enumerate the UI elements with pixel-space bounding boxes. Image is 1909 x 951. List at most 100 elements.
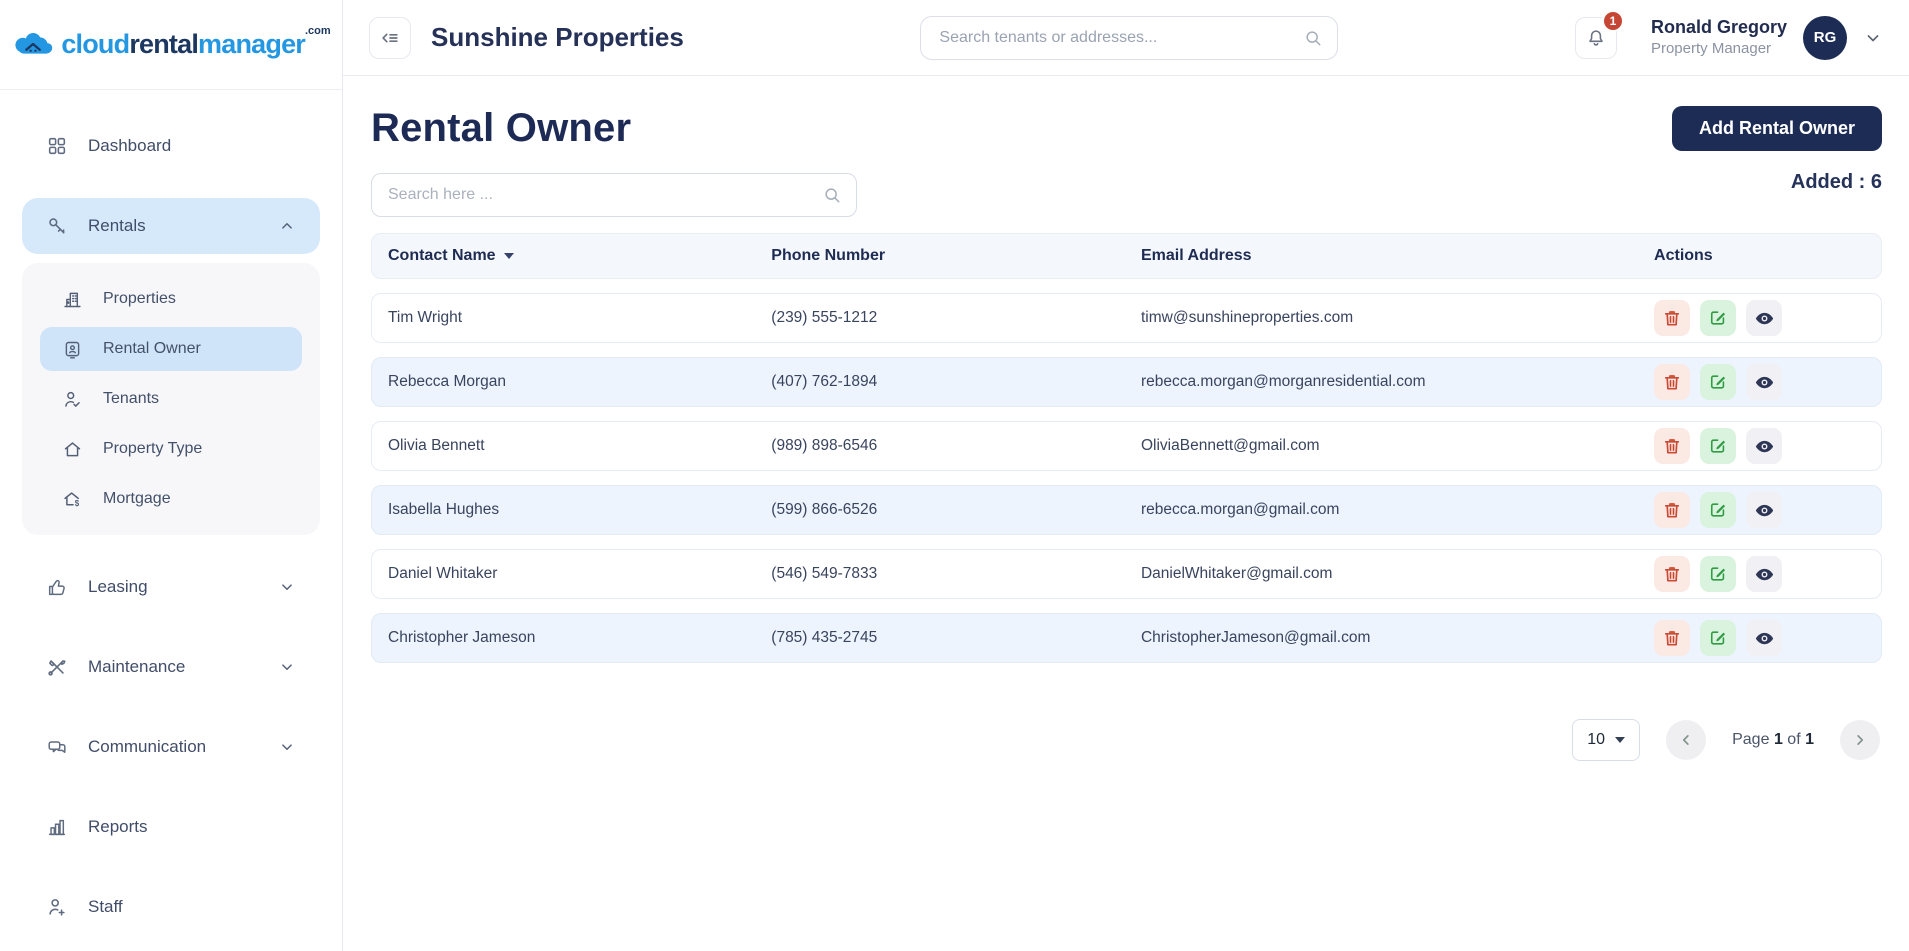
logo-word-rental: rental (129, 29, 199, 59)
sidebar-item-dashboard[interactable]: Dashboard (22, 118, 320, 174)
search-icon (822, 185, 842, 205)
sidebar-item-rental-owner[interactable]: Rental Owner (40, 327, 302, 371)
logo-wordmark: cloudrentalmanager.com (61, 25, 330, 60)
view-button[interactable] (1746, 492, 1783, 528)
edit-button[interactable] (1700, 556, 1737, 592)
user-name: Ronald Gregory (1650, 16, 1787, 37)
bell-icon (1585, 27, 1607, 49)
phone-cell: (407) 762-1894 (771, 373, 878, 390)
sidebar-item-staff[interactable]: Staff (22, 879, 320, 935)
page-info: Page 1 of 1 (1732, 731, 1814, 749)
view-button[interactable] (1746, 556, 1783, 592)
trash-icon (1662, 308, 1682, 328)
edit-button[interactable] (1700, 300, 1737, 336)
sidebar-item-communication[interactable]: Communication (22, 719, 320, 775)
delete-button[interactable] (1654, 428, 1691, 464)
actions-cell (1638, 428, 1881, 464)
chevron-right-icon (1851, 731, 1869, 749)
search-icon (1303, 28, 1323, 48)
content-head: Rental Owner Add Rental Owner Added : 6 (371, 102, 1882, 217)
edit-button[interactable] (1700, 492, 1737, 528)
edit-pencil-icon (1708, 564, 1728, 584)
current-page: 1 (1773, 731, 1783, 748)
sidebar-item-leasing[interactable]: Leasing (22, 559, 320, 615)
edit-button[interactable] (1700, 428, 1737, 464)
edit-button[interactable] (1700, 364, 1737, 400)
view-button[interactable] (1746, 428, 1783, 464)
view-button[interactable] (1746, 620, 1783, 656)
sidebar-item-rentals[interactable]: Rentals (22, 198, 320, 254)
global-search-input[interactable] (939, 28, 1304, 47)
page-size-value: 10 (1587, 731, 1605, 748)
eye-icon (1754, 372, 1775, 393)
delete-button[interactable] (1654, 300, 1691, 336)
contact-name-cell: Isabella Hughes (388, 501, 500, 518)
sidebar-item-label: Properties (103, 290, 176, 307)
page-title: Rental Owner (371, 106, 632, 150)
sidebar-item-label: Property Type (103, 440, 203, 457)
delete-button[interactable] (1654, 492, 1691, 528)
key-icon (46, 215, 68, 237)
sidebar: cloudrentalmanager.com Dashboard Rentals… (0, 0, 343, 951)
contact-name-cell: Daniel Whitaker (388, 565, 498, 582)
previous-page-button[interactable] (1666, 720, 1707, 760)
table-search-input[interactable] (388, 186, 822, 204)
trash-icon (1662, 372, 1682, 392)
table-row: Daniel Whitaker (546) 549-7833 DanielWhi… (371, 549, 1882, 599)
sidebar-item-label: Leasing (88, 577, 148, 596)
column-header-label: Phone Number (771, 247, 886, 264)
email-cell: DanielWhitaker@gmail.com (1140, 565, 1333, 582)
delete-button[interactable] (1654, 620, 1691, 656)
thumbs-up-icon (46, 576, 68, 598)
sidebar-item-label: Communication (88, 737, 207, 756)
edit-pencil-icon (1708, 308, 1728, 328)
chevron-down-icon (1615, 737, 1625, 743)
logo-word-cloud: cloud (61, 29, 130, 59)
sidebar-item-tenants[interactable]: Tenants (40, 377, 302, 421)
contact-name-cell: Rebecca Morgan (388, 373, 507, 390)
table-row: Rebecca Morgan (407) 762-1894 rebecca.mo… (371, 357, 1882, 407)
email-cell: rebecca.morgan@morganresidential.com (1140, 373, 1426, 390)
add-rental-owner-button[interactable]: Add Rental Owner (1671, 106, 1882, 151)
user-role: Property Manager (1650, 39, 1772, 57)
column-header-contact-name[interactable]: Contact Name (372, 247, 755, 265)
logo-word-manager: manager (198, 29, 306, 59)
view-button[interactable] (1746, 364, 1783, 400)
actions-cell (1638, 620, 1881, 656)
edit-pencil-icon (1708, 372, 1728, 392)
notifications-button[interactable]: 1 (1574, 9, 1624, 59)
column-header-phone: Phone Number (755, 247, 1125, 265)
app-logo[interactable]: cloudrentalmanager.com (11, 25, 331, 60)
chevron-down-icon (278, 578, 296, 596)
edit-button[interactable] (1700, 620, 1737, 656)
of-label: of (1787, 731, 1801, 748)
sidebar-item-properties[interactable]: Properties (40, 277, 302, 321)
added-count: Added : 6 (1790, 171, 1882, 193)
delete-button[interactable] (1654, 556, 1691, 592)
chevron-down-icon[interactable] (1863, 28, 1883, 48)
sidebar-item-mortgage[interactable]: Mortgage (40, 477, 302, 521)
user-meta: Ronald Gregory Property Manager (1651, 17, 1787, 58)
page-size-select[interactable]: 10 (1572, 719, 1641, 761)
collapse-sidebar-button[interactable] (369, 16, 411, 59)
topbar: Sunshine Properties 1 Ronald Gregory Pro… (343, 0, 1909, 76)
eye-icon (1754, 564, 1775, 585)
column-header-label: Actions (1654, 247, 1713, 264)
user-check-icon (62, 389, 83, 410)
column-header-label: Email Address (1140, 247, 1252, 264)
logo-area: cloudrentalmanager.com (0, 0, 342, 90)
sidebar-item-label: Dashboard (88, 136, 172, 155)
delete-button[interactable] (1654, 364, 1691, 400)
edit-pencil-icon (1708, 500, 1728, 520)
actions-cell (1638, 300, 1881, 336)
cloud-logo-icon (11, 29, 57, 60)
sidebar-item-maintenance[interactable]: Maintenance (22, 639, 320, 695)
avatar[interactable]: RG (1803, 15, 1847, 60)
next-page-button[interactable] (1840, 720, 1880, 760)
sidebar-item-reports[interactable]: Reports (22, 799, 320, 855)
view-button[interactable] (1746, 300, 1783, 336)
email-cell: OliviaBennett@gmail.com (1140, 437, 1320, 454)
table-search (371, 173, 857, 217)
table-header-row: Contact Name Phone Number Email Address … (371, 233, 1882, 279)
sidebar-item-property-type[interactable]: Property Type (40, 427, 302, 471)
